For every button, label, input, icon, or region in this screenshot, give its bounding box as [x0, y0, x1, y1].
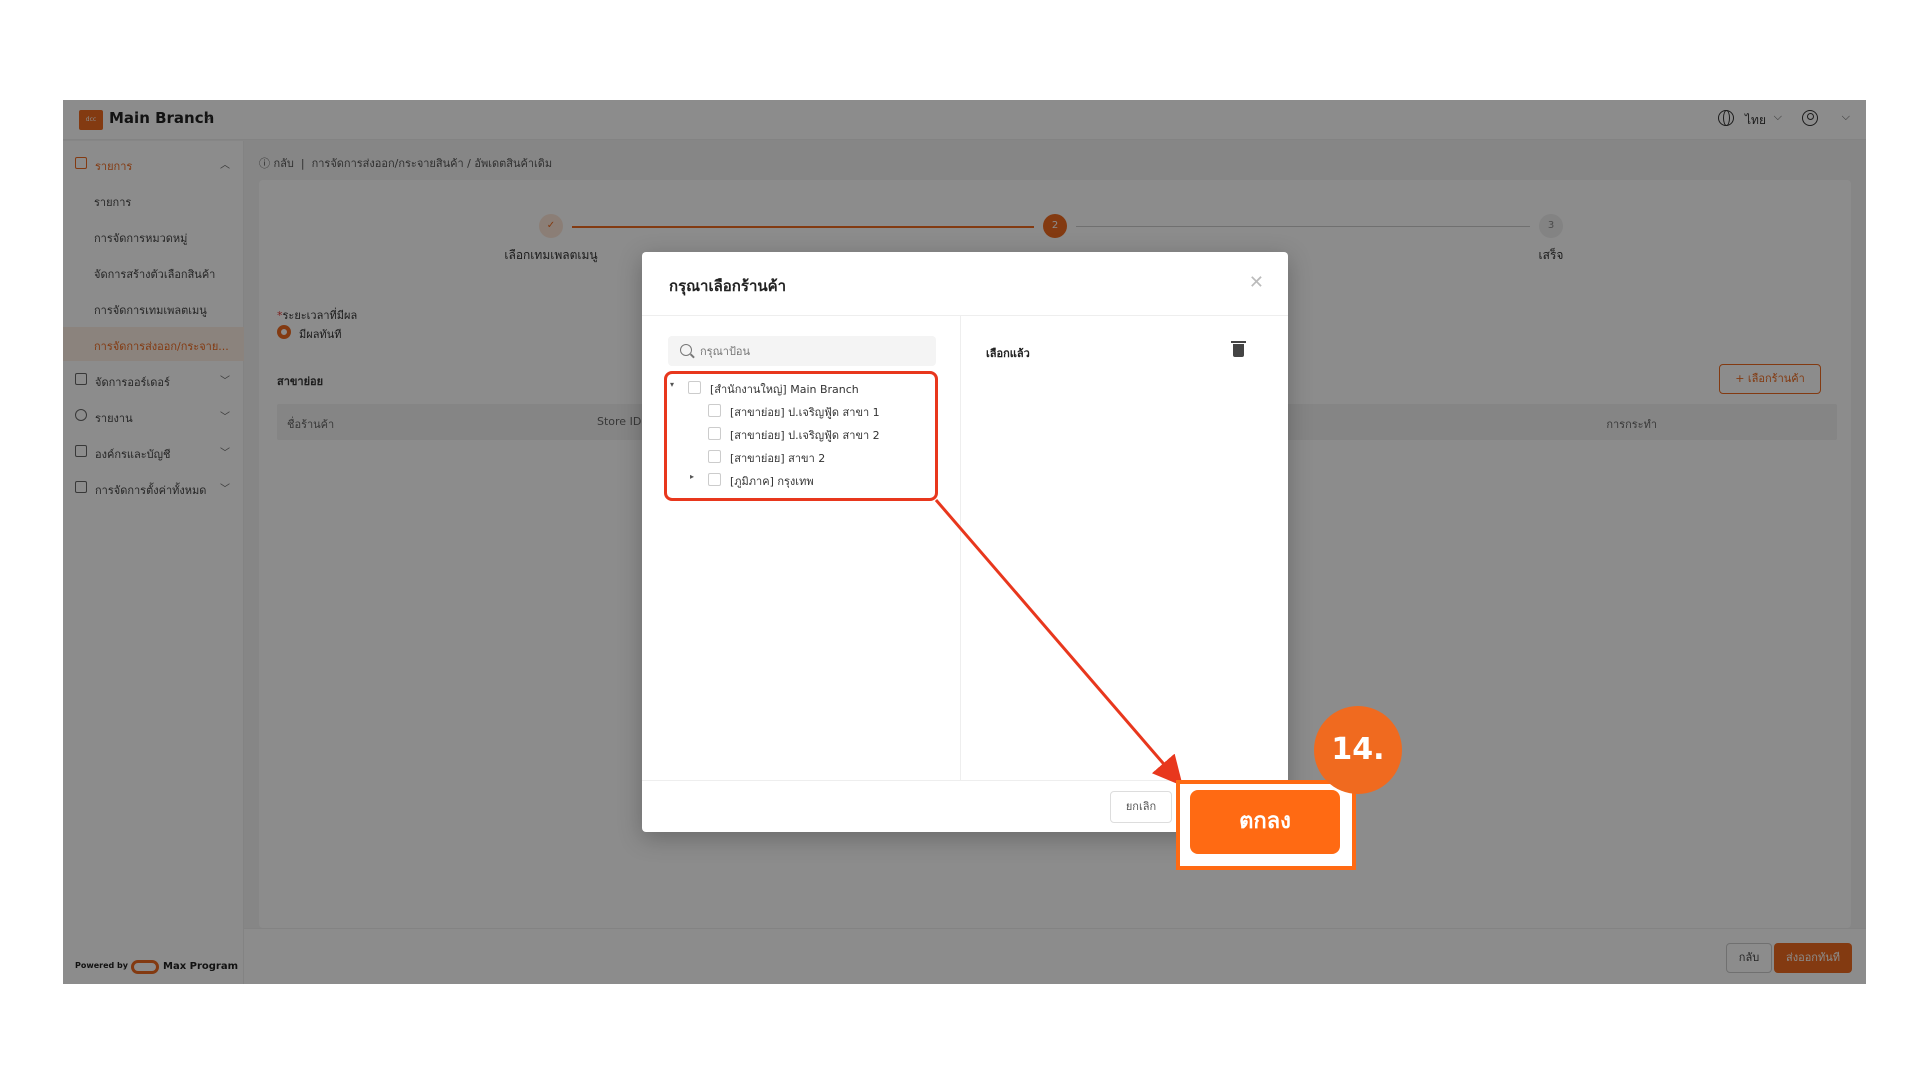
tree-highlight-box: [664, 371, 938, 501]
modal-title: กรุณาเลือกร้านค้า: [669, 277, 787, 295]
search-icon: [680, 344, 692, 356]
close-icon[interactable]: ✕: [1249, 272, 1264, 293]
store-search-input[interactable]: [700, 336, 920, 366]
trash-icon[interactable]: [1231, 341, 1246, 357]
cancel-button[interactable]: ยกเลิก: [1110, 791, 1172, 823]
divider: [960, 316, 961, 780]
select-store-modal: กรุณาเลือกร้านค้า ✕ ▾ [สำนักงานใหญ่] Mai…: [642, 252, 1288, 832]
selected-stores-label: เลือกแล้ว: [986, 347, 1030, 360]
store-search-box: [668, 336, 936, 366]
screenshot-stage: dcc Main Branch ⌵ ไทย ⌵ ⌵ รายการ ︿ รายกา…: [0, 0, 1920, 1080]
step-number-badge: 14.: [1314, 706, 1402, 794]
divider: [642, 315, 1288, 316]
ok-button[interactable]: ตกลง: [1190, 790, 1340, 854]
